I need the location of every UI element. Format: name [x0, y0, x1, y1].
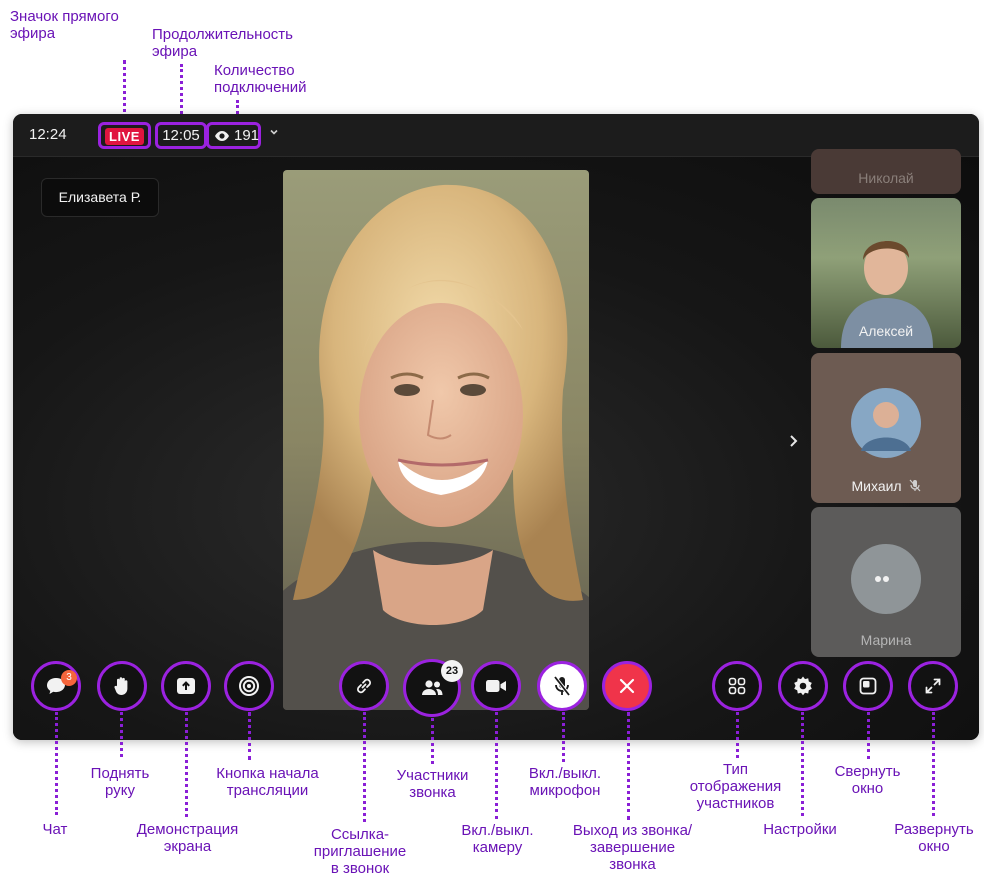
- broadcast-button[interactable]: [224, 661, 274, 711]
- annotation-line: [185, 712, 188, 817]
- gear-icon: [794, 676, 812, 696]
- end-call-button[interactable]: [602, 661, 652, 711]
- speaker-video-image: [283, 170, 589, 710]
- screen-share-button[interactable]: [161, 661, 211, 711]
- maximize-button[interactable]: [908, 661, 958, 711]
- minimize-button[interactable]: [843, 661, 893, 711]
- annotation-raise-hand: Поднять руку: [90, 765, 150, 799]
- annotation-line: [932, 712, 935, 816]
- annotation-connections: Количество подключений: [214, 62, 307, 96]
- upload-icon: [177, 678, 195, 694]
- minimize-icon: [859, 677, 877, 695]
- annotation-live-icon: Значок прямого эфира: [10, 8, 119, 42]
- annotation-screen-share: Демонстрация экрана: [136, 821, 239, 855]
- annotation-participants: Участники звонка: [396, 767, 469, 801]
- raise-hand-button[interactable]: [97, 661, 147, 711]
- chat-button[interactable]: 3: [31, 661, 81, 711]
- chevron-down-icon[interactable]: [269, 127, 279, 137]
- participants-badge: 23: [441, 660, 463, 682]
- annotation-line: [867, 712, 870, 759]
- annotation-minimize: Свернуть окно: [834, 763, 901, 797]
- chat-badge: 3: [61, 670, 77, 686]
- clock: 12:24: [29, 126, 67, 143]
- chevron-right-icon[interactable]: [788, 434, 800, 448]
- viewer-count: 191: [206, 122, 261, 149]
- annotation-duration: Продолжительность эфира: [152, 26, 293, 60]
- annotation-end-call: Выход из звонка/ завершение звонка: [572, 822, 693, 873]
- annotation-line: [248, 712, 251, 760]
- annotation-line: [495, 712, 498, 819]
- camera-button[interactable]: [471, 661, 521, 711]
- annotation-broadcast: Кнопка начала трансляции: [216, 765, 319, 799]
- annotation-line: [801, 712, 804, 816]
- main-speaker-video: [283, 170, 589, 710]
- mic-off-icon: [553, 675, 571, 697]
- annotation-line: [120, 712, 123, 757]
- annotation-microphone: Вкл./выкл. микрофон: [528, 765, 602, 799]
- participant-tile[interactable]: Михаил: [811, 353, 961, 503]
- annotation-line: [55, 712, 58, 815]
- annotation-line: [431, 718, 434, 764]
- microphone-button[interactable]: [537, 661, 587, 711]
- grid-icon: [728, 677, 746, 695]
- annotation-line: [627, 712, 630, 820]
- expand-icon: [925, 678, 941, 694]
- camera-icon: [486, 680, 506, 692]
- participant-name: Алексей: [858, 323, 914, 339]
- annotation-line: [736, 712, 739, 758]
- participant-tile[interactable]: Алексей: [811, 198, 961, 348]
- participant-name: Марина: [860, 632, 912, 648]
- live-indicator: LIVE: [98, 122, 151, 149]
- close-icon: [619, 678, 635, 694]
- annotation-camera: Вкл./выкл. камеру: [461, 822, 534, 856]
- participant-name: Михаил: [811, 478, 961, 494]
- participant-name: Николай: [858, 170, 914, 186]
- annotation-invite-link: Ссылка- приглашение в звонок: [313, 826, 407, 877]
- layout-button[interactable]: [712, 661, 762, 711]
- annotation-line: [123, 60, 126, 120]
- participant-name-text: Михаил: [851, 478, 902, 494]
- call-stage: Елизавета Р. Николай Алексей Михаил Мари…: [13, 149, 979, 740]
- annotation-layout: Тип отображения участников: [689, 761, 782, 812]
- settings-button[interactable]: [778, 661, 828, 711]
- annotation-settings: Настройки: [763, 821, 837, 838]
- mic-off-icon: [909, 479, 920, 492]
- hand-icon: [114, 677, 128, 695]
- participants-button[interactable]: 23: [403, 659, 463, 717]
- eye-icon: [215, 131, 229, 141]
- annotation-chat: Чат: [42, 821, 68, 838]
- participant-tile[interactable]: Марина: [811, 507, 961, 657]
- annotation-line: [363, 712, 366, 822]
- speaker-name: Елизавета Р.: [41, 178, 159, 217]
- invite-link-button[interactable]: [339, 661, 389, 711]
- link-icon: [357, 678, 371, 694]
- annotation-maximize: Развернуть окно: [894, 821, 974, 855]
- live-label: LIVE: [105, 128, 144, 145]
- people-icon: [422, 680, 443, 695]
- annotation-line: [562, 712, 565, 762]
- broadcast-icon: [239, 676, 259, 696]
- broadcast-duration: 12:05: [155, 122, 207, 149]
- video-call-window: 12:24 LIVE 12:05 191 Елизавета Р. Никола…: [13, 114, 979, 740]
- viewer-count-value: 191: [234, 127, 260, 144]
- annotation-line: [180, 64, 183, 120]
- participant-tile[interactable]: Николай: [811, 149, 961, 194]
